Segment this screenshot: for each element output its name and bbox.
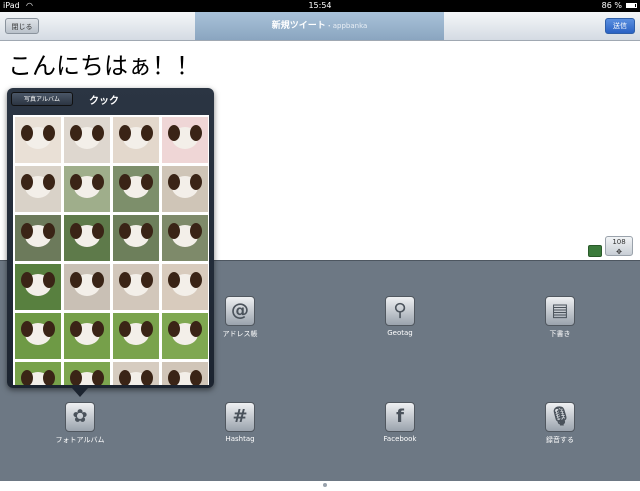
- hashtag-button[interactable]: # Hashtag: [200, 402, 280, 443]
- hashtag-icon: #: [225, 402, 255, 432]
- close-button[interactable]: 閉じる: [5, 18, 39, 34]
- page-dot-active: [313, 483, 317, 487]
- photo-thumbnail[interactable]: [64, 264, 110, 310]
- photo-thumbnail[interactable]: [15, 117, 61, 163]
- popover-title: クック: [89, 96, 119, 107]
- title-text: 新規ツイート: [271, 21, 326, 31]
- back-to-albums-button[interactable]: 写真アルバム: [11, 92, 73, 106]
- photo-thumbnail[interactable]: [15, 362, 61, 385]
- keyboard-icon[interactable]: [588, 245, 602, 257]
- photo-thumbnail[interactable]: [113, 117, 159, 163]
- character-counter[interactable]: 108 ✥: [605, 236, 633, 256]
- facebook-label: Facebook: [383, 435, 417, 443]
- photo-thumbnail[interactable]: [64, 117, 110, 163]
- hashtag-label: Hashtag: [225, 435, 255, 443]
- geotag-label: Geotag: [387, 329, 413, 337]
- photo-thumbnail[interactable]: [64, 362, 110, 385]
- remaining-count: 108: [612, 238, 626, 246]
- popover-arrow: [72, 388, 88, 397]
- drafts-button[interactable]: ▤ 下書き: [520, 296, 600, 339]
- account-name: appbanka: [332, 22, 368, 30]
- photo-grid: [13, 115, 209, 385]
- photo-thumbnail[interactable]: [162, 362, 208, 385]
- photo-album-label: フォトアルバム: [55, 436, 105, 444]
- record-button[interactable]: 🎙 録音する: [520, 402, 600, 445]
- photo-thumbnail[interactable]: [162, 117, 208, 163]
- pin-icon: ⚲: [385, 296, 415, 326]
- move-icon: ✥: [616, 248, 622, 256]
- address-book-icon: @: [225, 296, 255, 326]
- photo-thumbnail[interactable]: [15, 215, 61, 261]
- photo-thumbnail[interactable]: [113, 166, 159, 212]
- tweet-text-area[interactable]: こんにちはぁ！！: [8, 46, 200, 81]
- facebook-button[interactable]: f Facebook: [360, 402, 440, 443]
- record-label: 録音する: [546, 436, 574, 444]
- photo-thumbnail[interactable]: [64, 166, 110, 212]
- photo-thumbnail[interactable]: [162, 166, 208, 212]
- title-separator: ・: [325, 22, 333, 30]
- page-indicator[interactable]: [0, 472, 640, 491]
- photo-thumbnail[interactable]: [64, 313, 110, 359]
- photo-album-button[interactable]: ✿ フォトアルバム: [40, 402, 120, 445]
- navigation-bar: 新規ツイート・appbanka 閉じる 送信: [0, 12, 640, 41]
- photo-thumbnail[interactable]: [15, 264, 61, 310]
- photo-thumbnail[interactable]: [162, 264, 208, 310]
- drafts-label: 下書き: [549, 330, 571, 338]
- photo-thumbnail[interactable]: [15, 166, 61, 212]
- photo-thumbnail[interactable]: [64, 215, 110, 261]
- battery-percent: 86 %: [601, 1, 622, 10]
- clipboard-icon: ▤: [545, 296, 575, 326]
- photo-picker-popover: 写真アルバム クック: [7, 88, 214, 388]
- page-dot: [323, 483, 327, 487]
- photo-thumbnail[interactable]: [113, 215, 159, 261]
- photo-thumbnail[interactable]: [113, 362, 159, 385]
- facebook-icon: f: [385, 402, 415, 432]
- photo-thumbnail[interactable]: [15, 313, 61, 359]
- battery-icon: [626, 3, 637, 8]
- photo-thumbnail[interactable]: [113, 313, 159, 359]
- status-bar: iPad ◠ 15:54 86 %: [0, 0, 640, 12]
- send-button[interactable]: 送信: [605, 18, 635, 34]
- flower-icon: ✿: [65, 402, 95, 432]
- page-title: 新規ツイート・appbanka: [195, 12, 444, 40]
- photo-thumbnail[interactable]: [162, 313, 208, 359]
- microphone-icon: 🎙: [545, 402, 575, 432]
- geotag-button[interactable]: ⚲ Geotag: [360, 296, 440, 337]
- photo-thumbnail[interactable]: [162, 215, 208, 261]
- photo-thumbnail[interactable]: [113, 264, 159, 310]
- clock: 15:54: [308, 1, 332, 10]
